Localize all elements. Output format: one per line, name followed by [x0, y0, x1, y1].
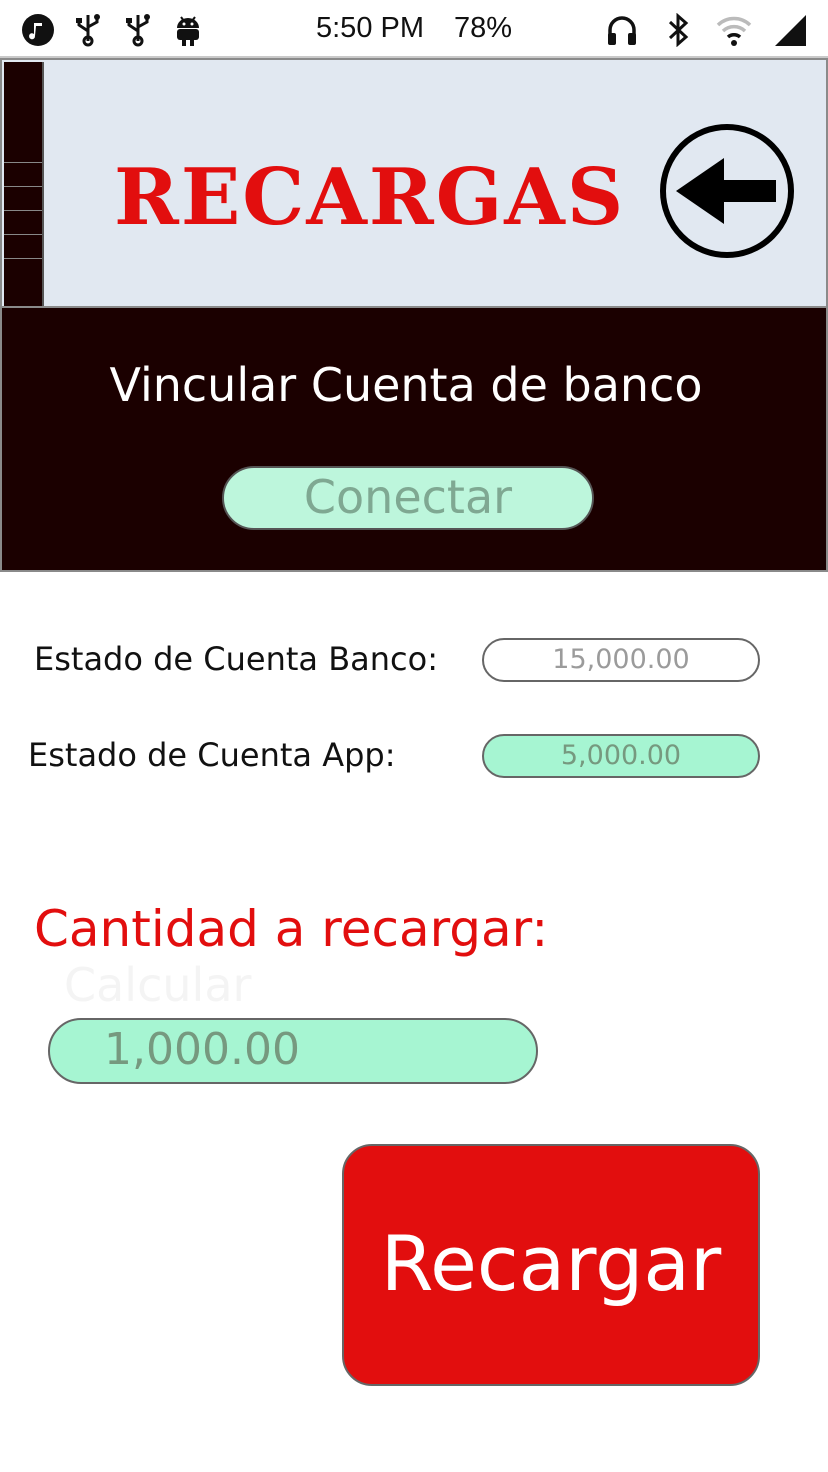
- drawer-handle-line: [4, 258, 42, 259]
- status-time: 5:50 PM: [316, 12, 424, 44]
- back-button[interactable]: [658, 122, 796, 260]
- android-icon: [170, 12, 206, 48]
- recharge-amount-input[interactable]: 1,000.00: [48, 1018, 538, 1084]
- bank-link-title: Vincular Cuenta de banco: [109, 358, 703, 412]
- status-battery: 78%: [454, 12, 513, 44]
- app-balance-label: Estado de Cuenta App:: [28, 736, 396, 774]
- calculate-ghost-text: Calcular: [64, 958, 252, 1012]
- bank-balance-value: 15,000.00: [482, 638, 760, 682]
- status-bar-left-icons: [20, 12, 206, 48]
- status-bar: 5:50 PM 78%: [0, 0, 828, 58]
- wifi-icon: [716, 12, 752, 48]
- bluetooth-icon: [660, 12, 696, 48]
- drawer-handle-line: [4, 210, 42, 211]
- drawer-handle-line: [4, 186, 42, 187]
- status-bar-right-icons: [604, 12, 808, 48]
- music-note-icon: [20, 12, 56, 48]
- headphones-icon: [604, 12, 640, 48]
- arrow-left-icon: [660, 124, 794, 258]
- page-title: RECARGAS: [114, 152, 626, 243]
- usb-icon: [70, 12, 106, 48]
- app-balance-value: 5,000.00: [482, 734, 760, 778]
- drawer-handle[interactable]: [4, 62, 44, 306]
- bank-balance-label: Estado de Cuenta Banco:: [34, 640, 438, 678]
- drawer-handle-line: [4, 162, 42, 163]
- cell-signal-icon: [772, 12, 808, 48]
- connect-button[interactable]: Conectar: [222, 466, 594, 530]
- recharge-amount-label: Cantidad a recargar:: [34, 900, 549, 958]
- bank-link-panel: Vincular Cuenta de banco Conectar: [0, 306, 828, 572]
- recharge-button[interactable]: Recargar: [342, 1144, 760, 1386]
- app-header: RECARGAS: [0, 58, 828, 308]
- drawer-handle-line: [4, 234, 42, 235]
- usb-icon: [120, 12, 156, 48]
